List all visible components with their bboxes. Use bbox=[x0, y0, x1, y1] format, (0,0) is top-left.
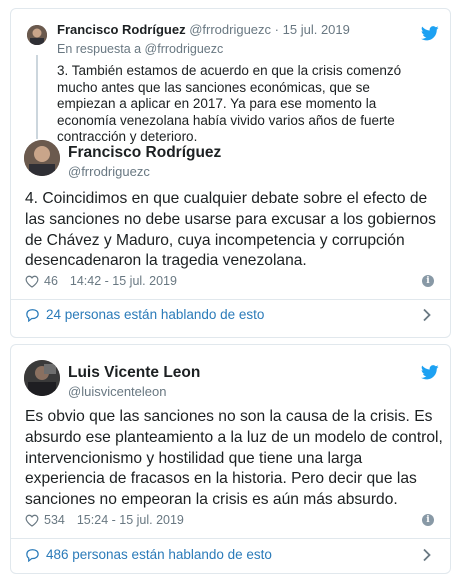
chevron-right-icon[interactable] bbox=[422, 308, 432, 322]
heart-icon[interactable] bbox=[25, 275, 39, 288]
quoted-author-handle[interactable]: @frrodriguezc bbox=[189, 22, 271, 37]
divider bbox=[11, 299, 450, 300]
quoted-tweet-text: 3. También estamos de acuerdo en que la … bbox=[57, 63, 402, 144]
tweet-text: Es obvio que las sanciones no son la cau… bbox=[25, 408, 443, 509]
twitter-bird-icon[interactable] bbox=[421, 365, 439, 380]
quoted-author-name[interactable]: Francisco Rodríguez bbox=[57, 22, 186, 37]
author-handle[interactable]: @frrodriguezc bbox=[68, 164, 150, 179]
author-handle[interactable]: @luisvicenteleon bbox=[68, 384, 166, 399]
quoted-author-avatar[interactable] bbox=[27, 25, 47, 45]
divider bbox=[11, 538, 450, 539]
chevron-right-icon[interactable] bbox=[422, 548, 432, 562]
tweet-stats: 46 14:42 - 15 jul. 2019 bbox=[25, 274, 177, 288]
speech-bubble-icon bbox=[25, 308, 40, 322]
conversation-count-text[interactable]: 24 personas están hablando de esto bbox=[46, 307, 264, 322]
author-name[interactable]: Luis Vicente Leon bbox=[68, 364, 200, 382]
author-avatar[interactable] bbox=[24, 360, 60, 396]
tweet-timestamp[interactable]: 14:42 - 15 jul. 2019 bbox=[70, 274, 177, 288]
author-avatar[interactable] bbox=[24, 140, 60, 176]
like-count[interactable]: 46 bbox=[44, 274, 58, 288]
like-count[interactable]: 534 bbox=[44, 513, 65, 527]
twitter-bird-icon[interactable] bbox=[421, 26, 439, 41]
tweet-text: 4. Coincidimos en que cualquier debate s… bbox=[25, 190, 436, 270]
conversation-link[interactable]: 486 personas están hablando de esto bbox=[25, 547, 272, 562]
tweet-stats: 534 15:24 - 15 jul. 2019 bbox=[25, 513, 184, 527]
conversation-count-text[interactable]: 486 personas están hablando de esto bbox=[46, 547, 272, 562]
reply-to-label[interactable]: En respuesta a @frrodriguezc bbox=[57, 42, 223, 56]
conversation-link[interactable]: 24 personas están hablando de esto bbox=[25, 307, 264, 322]
info-icon[interactable]: i bbox=[422, 514, 434, 526]
embedded-tweet-card-2: Luis Vicente Leon @luisvicenteleon Es ob… bbox=[10, 344, 451, 574]
embedded-tweet-card-1: Francisco Rodríguez @frrodriguezc · 15 j… bbox=[10, 8, 451, 338]
author-name[interactable]: Francisco Rodríguez bbox=[68, 144, 221, 162]
quoted-tweet-header: Francisco Rodríguez @frrodriguezc · 15 j… bbox=[57, 22, 350, 37]
quoted-tweet-date[interactable]: 15 jul. 2019 bbox=[283, 22, 350, 37]
thread-connector-line bbox=[36, 55, 38, 139]
meta-separator: · bbox=[274, 22, 280, 37]
tweet-timestamp[interactable]: 15:24 - 15 jul. 2019 bbox=[77, 513, 184, 527]
info-icon[interactable]: i bbox=[422, 275, 434, 287]
speech-bubble-icon bbox=[25, 548, 40, 562]
heart-icon[interactable] bbox=[25, 514, 39, 527]
